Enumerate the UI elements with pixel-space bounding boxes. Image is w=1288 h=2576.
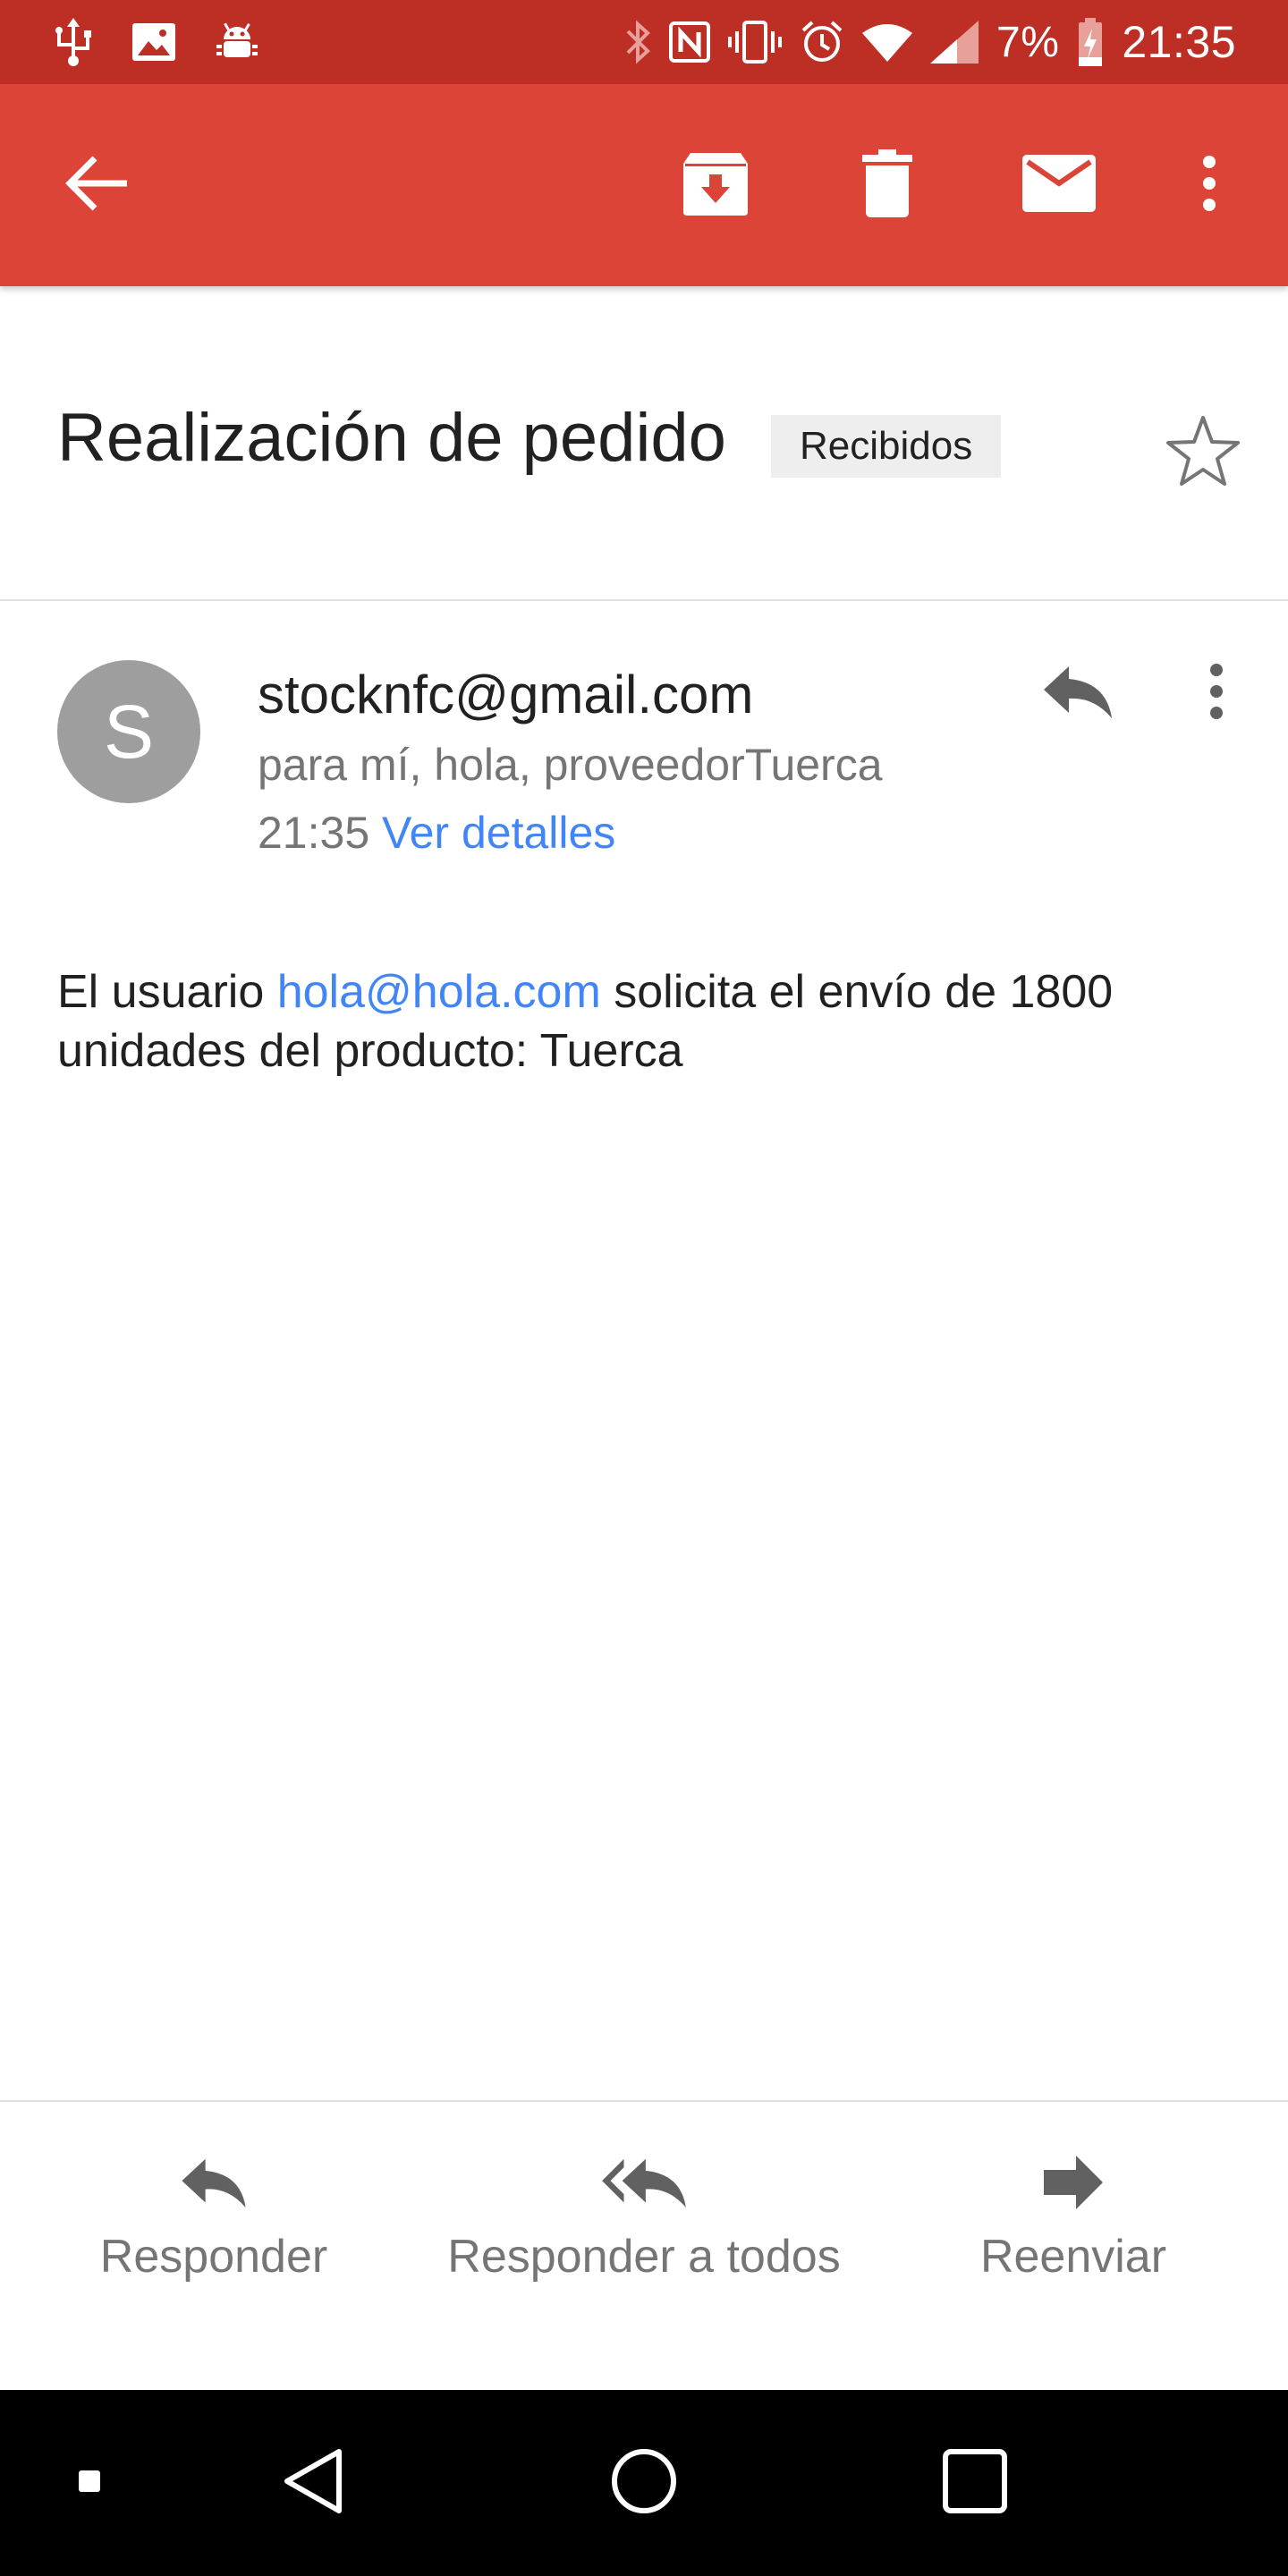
reply-icon	[180, 2156, 248, 2214]
more-vert-icon	[1208, 662, 1225, 725]
mark-unread-button[interactable]	[1005, 131, 1113, 239]
reply-icon	[1042, 663, 1114, 724]
avatar: S	[57, 660, 200, 803]
mark-unread-icon	[1022, 154, 1096, 216]
reply-all-label: Responder a todos	[447, 2231, 841, 2283]
nfc-icon	[669, 21, 710, 63]
reply-button[interactable]	[1029, 644, 1127, 742]
back-arrow-icon	[64, 155, 129, 216]
message-body: El usuario hola@hola.com solicita el env…	[57, 962, 1238, 1080]
overview-square-icon	[943, 2448, 1007, 2518]
label-chip[interactable]: Recibidos	[771, 415, 1002, 478]
recents-dot-button[interactable]	[54, 2447, 125, 2519]
reply-label: Responder	[99, 2231, 328, 2283]
navigation-bar	[0, 2390, 1288, 2576]
view-details-link[interactable]: Ver detalles	[382, 808, 615, 858]
message-actions: Responder Responder a todos Reenviar	[0, 2100, 1288, 2390]
forward-icon	[1044, 2156, 1103, 2214]
signal-icon	[930, 21, 979, 64]
gmail-message-screen: 7% 21:35 Realización de pedido Recibidos…	[0, 0, 1288, 2576]
forward-action[interactable]: Reenviar	[968, 2156, 1179, 2284]
android-debug-icon	[215, 20, 259, 64]
message-time: 21:35	[258, 808, 370, 858]
archive-icon	[682, 149, 750, 222]
reply-all-icon	[599, 2156, 689, 2214]
body-text-prefix: El usuario	[57, 966, 277, 1018]
back-triangle-icon	[282, 2448, 344, 2519]
usb-icon	[54, 18, 93, 66]
message-more-button[interactable]	[1172, 644, 1261, 742]
forward-label: Reenviar	[979, 2231, 1167, 2283]
message-meta: 21:35 Ver detalles	[258, 807, 615, 859]
status-bar: 7% 21:35	[0, 0, 1288, 84]
user-email-link[interactable]: hola@hola.com	[277, 966, 601, 1018]
alarm-icon	[800, 20, 844, 64]
image-icon	[132, 23, 175, 61]
star-outline-icon	[1165, 414, 1241, 490]
sender-address: stocknfc@gmail.com	[258, 665, 754, 724]
battery-percent: 7%	[996, 18, 1060, 66]
reply-all-action[interactable]: Responder a todos	[431, 2156, 857, 2284]
status-time: 21:35	[1122, 17, 1236, 67]
delete-button[interactable]	[834, 131, 941, 239]
app-bar	[0, 84, 1288, 286]
square-dot-icon	[79, 2470, 100, 2496]
wifi-icon	[862, 22, 912, 62]
vibrate-icon	[728, 21, 782, 64]
reply-action[interactable]: Responder	[93, 2156, 335, 2284]
star-button[interactable]	[1154, 402, 1252, 501]
home-nav-button[interactable]	[599, 2438, 689, 2528]
back-button[interactable]	[43, 131, 150, 239]
more-options-button[interactable]	[1156, 131, 1263, 239]
battery-charging-icon	[1077, 18, 1104, 66]
overview-nav-button[interactable]	[930, 2438, 1020, 2528]
back-nav-button[interactable]	[268, 2438, 358, 2528]
recipients: para mí, hola, proveedorTuerca	[258, 740, 883, 790]
archive-button[interactable]	[662, 131, 769, 239]
more-vert-icon	[1200, 154, 1218, 217]
home-circle-icon	[611, 2448, 677, 2519]
bluetooth-icon	[624, 19, 651, 65]
delete-icon	[862, 148, 912, 222]
email-subject: Realización de pedido	[57, 400, 726, 476]
subject-row: Realización de pedido Recibidos	[0, 286, 1288, 601]
